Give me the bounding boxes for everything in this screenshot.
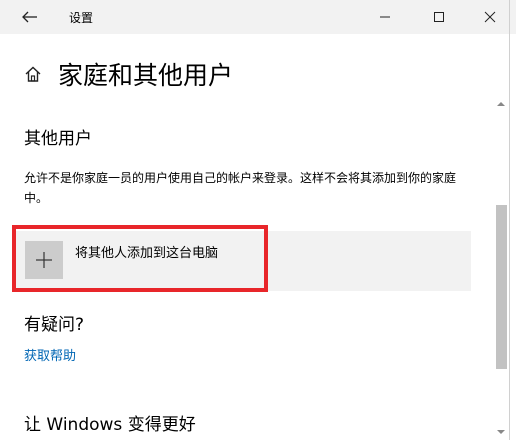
- add-tile: [25, 241, 63, 279]
- section-title-improve: 让 Windows 变得更好: [24, 415, 196, 435]
- close-icon: [484, 11, 496, 23]
- page-header: 家庭和其他用户: [0, 34, 516, 96]
- back-arrow-icon: [22, 11, 37, 23]
- minimize-icon: [380, 16, 390, 18]
- get-help-link[interactable]: 获取帮助: [24, 345, 76, 364]
- vertical-scrollbar[interactable]: [494, 96, 508, 440]
- add-other-user-label: 将其他人添加到这台电脑: [75, 246, 219, 261]
- app-title: 设置: [69, 11, 94, 25]
- title-bar: 设置: [0, 0, 516, 34]
- back-button[interactable]: [16, 4, 46, 30]
- settings-window: 设置 家庭和其他用户 其他用户 允许不是你家庭一员的用户使用自己的帐户来登录。这…: [0, 0, 516, 440]
- window-border: [509, 0, 510, 440]
- page-title: 家庭和其他用户: [58, 61, 234, 90]
- add-other-user-button[interactable]: 将其他人添加到这台电脑: [14, 231, 471, 291]
- maximize-icon: [434, 12, 444, 22]
- scroll-up-button[interactable]: [494, 96, 508, 110]
- scroll-thumb[interactable]: [496, 205, 507, 369]
- section-title-help: 有疑问?: [24, 315, 85, 335]
- scroll-down-button[interactable]: [494, 424, 508, 438]
- content-area: 家庭和其他用户 其他用户 允许不是你家庭一员的用户使用自己的帐户来登录。这样不会…: [0, 34, 516, 440]
- scroll-down-icon: [497, 430, 505, 434]
- close-button[interactable]: [468, 0, 514, 34]
- minimize-button[interactable]: [362, 0, 408, 34]
- scroll-up-icon: [497, 102, 505, 106]
- maximize-button[interactable]: [416, 0, 462, 34]
- section-title-other-users: 其他用户: [24, 129, 92, 149]
- plus-icon: [36, 252, 52, 268]
- home-icon[interactable]: [24, 65, 42, 83]
- other-users-description: 允许不是你家庭一员的用户使用自己的帐户来登录。这样不会将其添加到你的家庭中。: [24, 171, 457, 205]
